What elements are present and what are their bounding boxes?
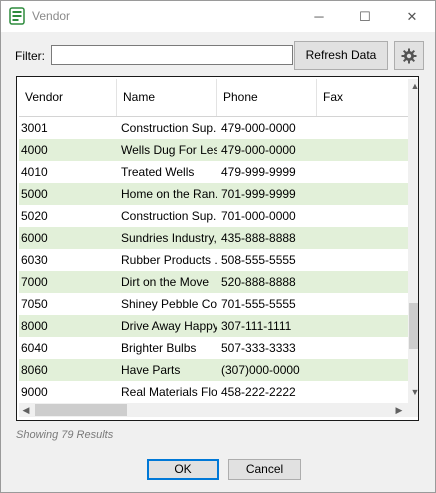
vendor-cell: 6040 (21, 341, 48, 355)
vendor-cell: 7000 (21, 275, 48, 289)
phone-cell: 435-888-8888 (221, 231, 296, 245)
table-row[interactable]: 3001 Construction Sup... 479-000-0000 (19, 117, 408, 139)
table-row[interactable]: 6030 Rubber Products ... 508-555-5555 (19, 249, 408, 271)
scroll-left-icon[interactable]: ◀ (19, 403, 33, 417)
table-row[interactable]: 6040 Brighter Bulbs 507-333-3333 (19, 337, 408, 359)
column-header-name[interactable]: Name (117, 79, 217, 116)
fax-cell (319, 205, 408, 227)
phone-cell: 701-555-5555 (221, 297, 296, 311)
settings-button[interactable] (394, 41, 424, 70)
vendor-cell: 4010 (21, 165, 48, 179)
vendor-cell: 4000 (21, 143, 48, 157)
minimize-button[interactable]: ─ (296, 1, 342, 32)
table-row[interactable]: 4000 Wells Dug For Less 479-000-0000 (19, 139, 408, 161)
vendor-cell: 8000 (21, 319, 48, 333)
phone-cell: 458-222-2222 (221, 385, 296, 399)
vendor-grid: Vendor Name Phone Fax 3001 Construction … (16, 76, 419, 421)
cancel-button[interactable]: Cancel (228, 459, 301, 480)
phone-cell: 307-111-1111 (221, 319, 292, 333)
gear-icon (401, 48, 417, 64)
name-cell: Drive Away Happy (121, 319, 217, 333)
name-cell: Real Materials Flo... (121, 385, 217, 399)
vendor-cell: 8060 (21, 363, 48, 377)
table-row[interactable]: 7050 Shiney Pebble Co... 701-555-5555 (19, 293, 408, 315)
horizontal-scroll-thumb[interactable] (35, 404, 127, 416)
phone-cell: 701-000-0000 (221, 209, 296, 223)
filter-input[interactable] (51, 45, 293, 65)
phone-cell: (307)000-0000 (221, 363, 300, 377)
grid-body: 3001 Construction Sup... 479-000-0000 40… (19, 117, 408, 401)
column-header-phone[interactable]: Phone (217, 79, 317, 116)
vendor-cell: 5020 (21, 209, 48, 223)
phone-cell: 479-000-0000 (221, 121, 296, 135)
filter-label: Filter: (15, 49, 45, 63)
window-title: Vendor (32, 9, 71, 23)
table-row[interactable]: 4010 Treated Wells 479-999-9999 (19, 161, 408, 183)
vendor-cell: 7050 (21, 297, 48, 311)
scroll-down-icon[interactable]: ▼ (408, 385, 418, 399)
table-row[interactable]: 6000 Sundries Industry,... 435-888-8888 (19, 227, 408, 249)
fax-cell (319, 315, 408, 337)
grid-header: Vendor Name Phone Fax (19, 79, 408, 117)
name-cell: Home on the Ran... (121, 187, 217, 201)
vertical-scrollbar[interactable]: ▲ ▼ (408, 79, 418, 403)
ok-button[interactable]: OK (147, 459, 219, 480)
fax-cell (319, 381, 408, 401)
horizontal-scrollbar[interactable]: ◀ ▶ (19, 403, 408, 417)
vendor-cell: 6000 (21, 231, 48, 245)
fax-cell (319, 359, 408, 381)
table-row[interactable]: 8000 Drive Away Happy 307-111-1111 (19, 315, 408, 337)
fax-cell (319, 227, 408, 249)
scroll-up-icon[interactable]: ▲ (408, 79, 418, 93)
fax-cell (319, 293, 408, 315)
name-cell: Brighter Bulbs (121, 341, 197, 355)
phone-cell: 479-999-9999 (221, 165, 296, 179)
vendor-cell: 9000 (21, 385, 48, 399)
fax-cell (319, 271, 408, 293)
fax-cell (319, 337, 408, 359)
table-row[interactable]: 9000 Real Materials Flo... 458-222-2222 (19, 381, 408, 401)
table-row[interactable]: 7000 Dirt on the Move 520-888-8888 (19, 271, 408, 293)
fax-cell (319, 117, 408, 139)
name-cell: Treated Wells (121, 165, 195, 179)
vendor-cell: 3001 (21, 121, 48, 135)
vendor-cell: 6030 (21, 253, 48, 267)
fax-cell (319, 183, 408, 205)
scroll-right-icon[interactable]: ▶ (392, 403, 406, 417)
table-row[interactable]: 8060 Have Parts (307)000-0000 (19, 359, 408, 381)
name-cell: Wells Dug For Less (121, 143, 217, 157)
phone-cell: 520-888-8888 (221, 275, 296, 289)
table-row[interactable]: 5000 Home on the Ran... 701-999-9999 (19, 183, 408, 205)
name-cell: Sundries Industry,... (121, 231, 217, 245)
phone-cell: 507-333-3333 (221, 341, 296, 355)
name-cell: Construction Sup... (121, 209, 217, 223)
table-row[interactable]: 5020 Construction Sup... 701-000-0000 (19, 205, 408, 227)
name-cell: Rubber Products ... (121, 253, 217, 267)
phone-cell: 479-000-0000 (221, 143, 296, 157)
refresh-data-button[interactable]: Refresh Data (294, 41, 388, 70)
name-cell: Shiney Pebble Co... (121, 297, 217, 311)
name-cell: Have Parts (121, 363, 181, 377)
fax-cell (319, 249, 408, 271)
phone-cell: 508-555-5555 (221, 253, 296, 267)
vendor-cell: 5000 (21, 187, 48, 201)
column-header-vendor[interactable]: Vendor (19, 79, 117, 116)
scrollbar-corner (408, 403, 418, 417)
column-header-fax[interactable]: Fax (317, 79, 408, 116)
maximize-button[interactable]: ☐ (342, 1, 388, 32)
fax-cell (319, 161, 408, 183)
name-cell: Construction Sup... (121, 121, 217, 135)
phone-cell: 701-999-9999 (221, 187, 296, 201)
fax-cell (319, 139, 408, 161)
title-bar[interactable]: Vendor ─ ☐ ✕ (1, 1, 435, 32)
vendor-dialog: Vendor ─ ☐ ✕ Filter: Refresh Data Vendor (0, 0, 436, 493)
results-count: Showing 79 Results (16, 429, 114, 441)
vendor-app-icon (9, 7, 25, 25)
close-button[interactable]: ✕ (389, 1, 435, 32)
vertical-scroll-thumb[interactable] (409, 303, 418, 349)
name-cell: Dirt on the Move (121, 275, 210, 289)
